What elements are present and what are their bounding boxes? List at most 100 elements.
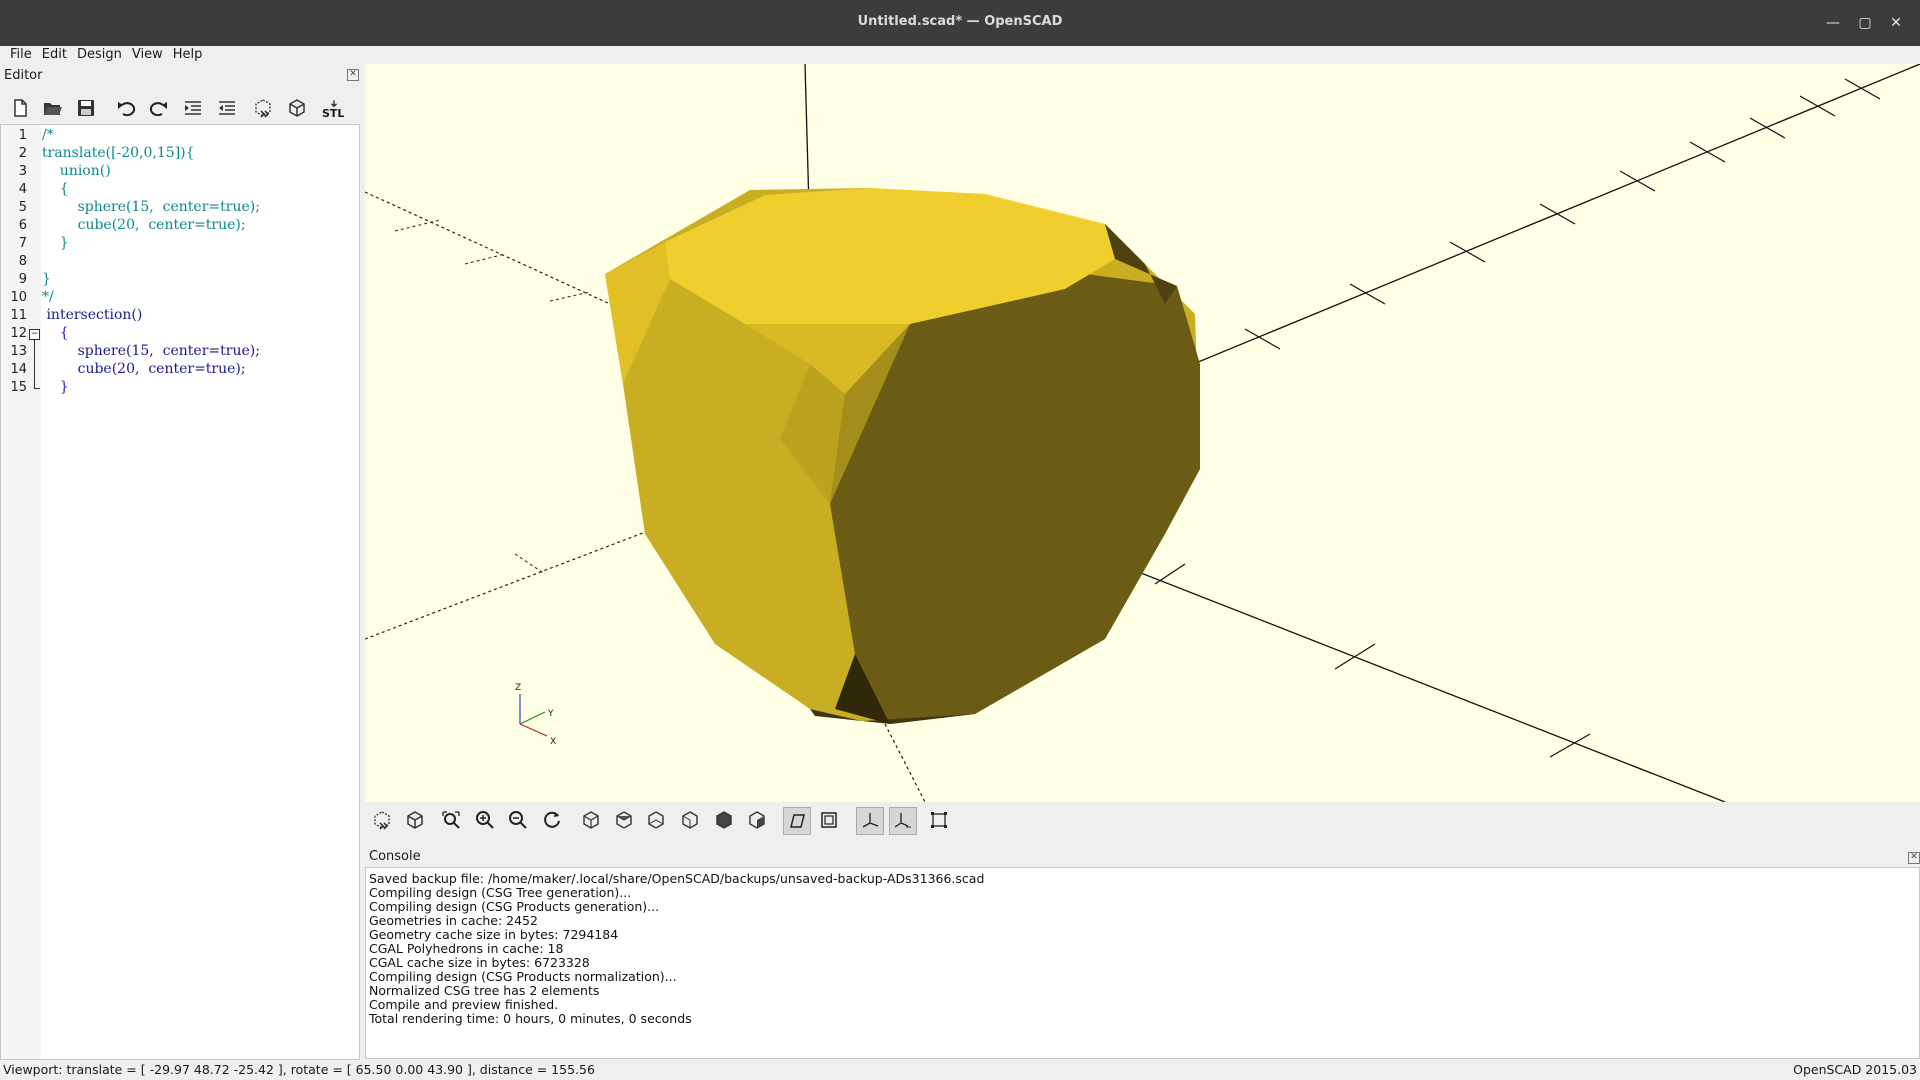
line-number: 7 xyxy=(18,236,27,251)
redo-icon[interactable] xyxy=(146,95,172,121)
code-line: } xyxy=(42,271,51,287)
line-number: 15 xyxy=(10,380,27,395)
axes-indicator xyxy=(519,694,548,737)
console-line: Compiling design (CSG Products normaliza… xyxy=(369,969,677,984)
line-number: 6 xyxy=(18,218,27,233)
code-line: union() xyxy=(42,163,111,179)
view-all-icon[interactable] xyxy=(438,807,464,833)
show-scale-markers-icon[interactable] xyxy=(889,807,917,835)
code-line: sphere(15, center=true); xyxy=(42,343,260,359)
menu-edit[interactable]: Edit xyxy=(37,47,72,63)
line-number: 4 xyxy=(18,182,27,197)
reset-view-icon[interactable] xyxy=(539,807,565,833)
console-panel: Console ✕ Saved backup file: /home/maker… xyxy=(365,845,1920,1060)
code-line: /* xyxy=(42,127,54,143)
minimize-icon[interactable]: — xyxy=(1822,12,1844,34)
status-bar: Viewport: translate = [ -29.97 48.72 -25… xyxy=(0,1060,1920,1080)
editor-toolbar: STL xyxy=(5,90,355,126)
undo-icon[interactable] xyxy=(113,95,139,121)
console-line: Geometries in cache: 2452 xyxy=(369,913,538,928)
code-line: cube(20, center=true); xyxy=(42,217,246,233)
open-file-icon[interactable] xyxy=(39,95,65,121)
zoom-in-icon[interactable] xyxy=(472,807,498,833)
console-line: Compile and preview finished. xyxy=(369,997,559,1012)
menu-file[interactable]: File xyxy=(5,47,37,63)
axis-label-y: Y xyxy=(547,709,554,719)
menu-bar: File Edit Design View Help xyxy=(0,46,1920,64)
preview-icon[interactable] xyxy=(250,95,276,121)
console-title: Console xyxy=(369,849,421,864)
axis-label-x: X xyxy=(550,737,556,747)
window-titlebar: Untitled.scad* — OpenSCAD — ▢ ✕ xyxy=(0,0,1920,46)
menu-help[interactable]: Help xyxy=(168,47,208,63)
code-line: cube(20, center=true); xyxy=(42,361,246,377)
perspective-icon[interactable] xyxy=(783,807,811,835)
line-number: 2 xyxy=(18,146,27,161)
line-number: 8 xyxy=(18,254,27,269)
console-line: Compiling design (CSG Tree generation)..… xyxy=(369,885,632,900)
line-number: 5 xyxy=(18,200,27,215)
show-axes-icon[interactable] xyxy=(856,807,884,835)
console-line: CGAL Polyhedrons in cache: 18 xyxy=(369,941,564,956)
editor-close-icon[interactable]: ✕ xyxy=(347,69,359,81)
stl-label: STL xyxy=(322,107,345,120)
save-file-icon[interactable] xyxy=(73,95,99,121)
axis-label-z: Z xyxy=(515,683,521,693)
code-line: translate([-20,0,15]){ xyxy=(42,145,195,161)
console-output[interactable]: Saved backup file: /home/maker/.local/sh… xyxy=(365,867,1920,1059)
maximize-icon[interactable]: ▢ xyxy=(1854,12,1876,34)
view-right-icon[interactable] xyxy=(578,807,604,833)
indent-icon[interactable] xyxy=(180,95,206,121)
line-number: 1 xyxy=(18,128,27,143)
code-line: { xyxy=(42,181,69,197)
close-icon[interactable]: ✕ xyxy=(1885,12,1907,34)
menu-view[interactable]: View xyxy=(127,47,168,63)
model-mesh xyxy=(605,188,1200,724)
line-number: 11 xyxy=(10,308,27,323)
view-preview-icon[interactable] xyxy=(369,807,395,833)
view-back-icon[interactable] xyxy=(744,807,770,833)
show-edges-icon[interactable] xyxy=(926,807,952,833)
fold-end xyxy=(34,388,40,389)
unindent-icon[interactable] xyxy=(214,95,240,121)
fold-line xyxy=(34,339,35,388)
export-stl-icon[interactable]: STL xyxy=(319,95,349,121)
code-line: } xyxy=(42,379,69,395)
viewport-canvas: Z Y X xyxy=(365,64,1920,802)
console-close-icon[interactable]: ✕ xyxy=(1908,852,1920,864)
code-editor[interactable]: 1 2 3 4 5 6 7 8 9 10 11 12 13 14 15 − /*… xyxy=(0,124,360,1060)
orthogonal-icon[interactable] xyxy=(816,807,842,833)
new-file-icon[interactable] xyxy=(7,95,33,121)
view-toolbar xyxy=(365,802,1920,838)
line-number: 14 xyxy=(10,362,27,377)
viewport-status: Viewport: translate = [ -29.97 48.72 -25… xyxy=(3,1062,595,1077)
code-line: } xyxy=(42,235,69,251)
console-line: Compiling design (CSG Products generatio… xyxy=(369,899,660,914)
line-number: 13 xyxy=(10,344,27,359)
console-line: Saved backup file: /home/maker/.local/sh… xyxy=(369,871,985,886)
line-number: 12 xyxy=(10,326,27,341)
console-line: Normalized CSG tree has 2 elements xyxy=(369,983,600,998)
version-label: OpenSCAD 2015.03 xyxy=(1793,1062,1917,1077)
view-front-icon[interactable] xyxy=(711,807,737,833)
view-render-icon[interactable] xyxy=(402,807,428,833)
line-number: 10 xyxy=(10,290,27,305)
menu-design[interactable]: Design xyxy=(72,47,127,63)
view-left-icon[interactable] xyxy=(677,807,703,833)
console-line: CGAL cache size in bytes: 6723328 xyxy=(369,955,590,970)
3d-viewport[interactable]: Z Y X xyxy=(365,64,1920,802)
window-title: Untitled.scad* — OpenSCAD xyxy=(857,14,1063,29)
console-line: Total rendering time: 0 hours, 0 minutes… xyxy=(369,1011,692,1026)
line-number: 9 xyxy=(18,272,27,287)
line-number: 3 xyxy=(18,164,27,179)
editor-title: Editor xyxy=(4,68,43,83)
render-icon[interactable] xyxy=(284,95,310,121)
code-line: intersection() xyxy=(42,307,143,323)
zoom-out-icon[interactable] xyxy=(505,807,531,833)
console-line: Geometry cache size in bytes: 7294184 xyxy=(369,927,619,942)
code-line: sphere(15, center=true); xyxy=(42,199,260,215)
view-bottom-icon[interactable] xyxy=(643,807,669,833)
view-top-icon[interactable] xyxy=(611,807,637,833)
code-line: */ xyxy=(42,289,54,305)
editor-panel: Editor ✕ STL 1 2 3 4 5 6 7 8 9 10 11 12 … xyxy=(0,64,360,1060)
